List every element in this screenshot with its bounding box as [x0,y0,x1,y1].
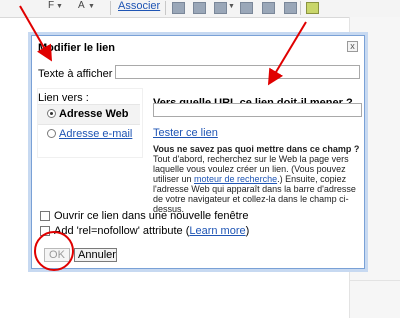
page: F ▼ A ▼ Associer ▼ Modifier le lien x Te… [0,0,400,318]
annotation-circle-ok [34,231,74,271]
annotation-arrow-title [19,5,52,62]
annotation-layer [19,5,307,271]
annotation-arrow-url [267,21,307,86]
